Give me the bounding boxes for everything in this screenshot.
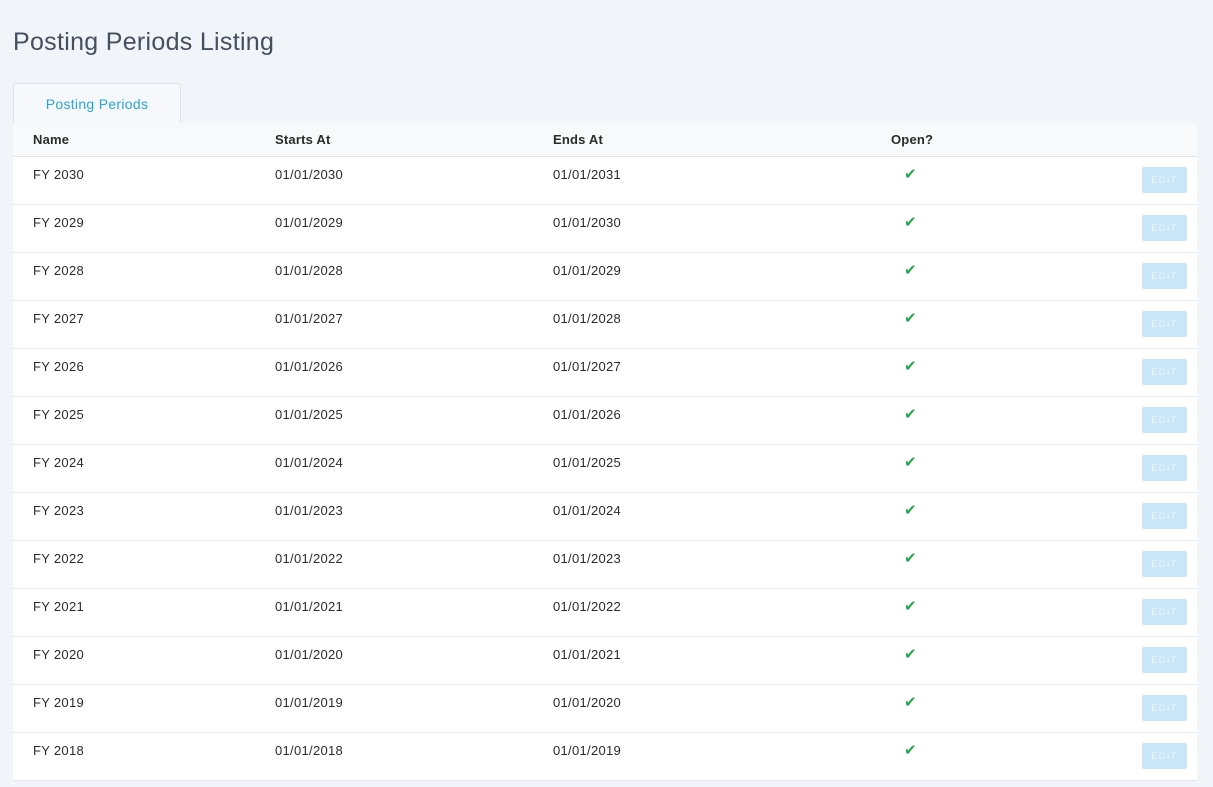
page-title: Posting Periods Listing xyxy=(13,28,275,56)
period-name: FY 2028 xyxy=(33,263,85,278)
edit-button[interactable]: EDIT xyxy=(1142,647,1187,673)
edit-button[interactable]: EDIT xyxy=(1142,311,1187,337)
period-starts-at: 01/01/2020 xyxy=(275,647,344,662)
edit-button[interactable]: EDIT xyxy=(1142,359,1187,385)
period-starts-at: 01/01/2028 xyxy=(275,263,344,278)
checkmark-icon: ✔ xyxy=(904,166,917,183)
edit-button[interactable]: EDIT xyxy=(1142,743,1187,769)
period-ends-at: 01/01/2027 xyxy=(553,359,622,374)
period-ends-at: 01/01/2021 xyxy=(553,647,622,662)
period-starts-at: 01/01/2018 xyxy=(275,743,344,758)
table-row: FY 2018 01/01/2018 01/01/2019 ✔ EDIT xyxy=(13,733,1197,781)
checkmark-icon: ✔ xyxy=(904,502,917,519)
table-header: Name Starts At Ends At Open? xyxy=(13,123,1197,157)
checkmark-icon: ✔ xyxy=(904,742,917,759)
table-row: FY 2030 01/01/2030 01/01/2031 ✔ EDIT xyxy=(13,157,1197,205)
period-name: FY 2023 xyxy=(33,503,85,518)
period-name: FY 2030 xyxy=(33,167,85,182)
checkmark-icon: ✔ xyxy=(904,694,917,711)
edit-button[interactable]: EDIT xyxy=(1142,263,1187,289)
period-starts-at: 01/01/2029 xyxy=(275,215,344,230)
period-starts-at: 01/01/2022 xyxy=(275,551,344,566)
period-starts-at: 01/01/2023 xyxy=(275,503,344,518)
edit-button[interactable]: EDIT xyxy=(1142,503,1187,529)
period-starts-at: 01/01/2024 xyxy=(275,455,344,470)
period-ends-at: 01/01/2020 xyxy=(553,695,622,710)
table-row: FY 2027 01/01/2027 01/01/2028 ✔ EDIT xyxy=(13,301,1197,349)
period-name: FY 2018 xyxy=(33,743,85,758)
period-ends-at: 01/01/2030 xyxy=(553,215,622,230)
period-ends-at: 01/01/2031 xyxy=(553,167,622,182)
table-row: FY 2023 01/01/2023 01/01/2024 ✔ EDIT xyxy=(13,493,1197,541)
period-ends-at: 01/01/2026 xyxy=(553,407,622,422)
period-name: FY 2020 xyxy=(33,647,85,662)
period-name: FY 2019 xyxy=(33,695,85,710)
edit-button[interactable]: EDIT xyxy=(1142,599,1187,625)
table-row: FY 2025 01/01/2025 01/01/2026 ✔ EDIT xyxy=(13,397,1197,445)
period-starts-at: 01/01/2021 xyxy=(275,599,344,614)
period-ends-at: 01/01/2023 xyxy=(553,551,622,566)
period-name: FY 2024 xyxy=(33,455,85,470)
checkmark-icon: ✔ xyxy=(904,598,917,615)
period-ends-at: 01/01/2019 xyxy=(553,743,622,758)
period-starts-at: 01/01/2019 xyxy=(275,695,344,710)
column-header-open[interactable]: Open? xyxy=(891,132,933,147)
table-row: FY 2029 01/01/2029 01/01/2030 ✔ EDIT xyxy=(13,205,1197,253)
column-header-name[interactable]: Name xyxy=(33,132,69,147)
table-row: FY 2024 01/01/2024 01/01/2025 ✔ EDIT xyxy=(13,445,1197,493)
column-header-ends-at[interactable]: Ends At xyxy=(553,132,603,147)
period-ends-at: 01/01/2029 xyxy=(553,263,622,278)
period-ends-at: 01/01/2028 xyxy=(553,311,622,326)
table-row: FY 2028 01/01/2028 01/01/2029 ✔ EDIT xyxy=(13,253,1197,301)
period-starts-at: 01/01/2027 xyxy=(275,311,344,326)
period-ends-at: 01/01/2024 xyxy=(553,503,622,518)
period-ends-at: 01/01/2022 xyxy=(553,599,622,614)
checkmark-icon: ✔ xyxy=(904,550,917,567)
period-ends-at: 01/01/2025 xyxy=(553,455,622,470)
period-starts-at: 01/01/2030 xyxy=(275,167,344,182)
period-name: FY 2029 xyxy=(33,215,85,230)
checkmark-icon: ✔ xyxy=(904,214,917,231)
period-starts-at: 01/01/2025 xyxy=(275,407,344,422)
column-header-starts-at[interactable]: Starts At xyxy=(275,132,331,147)
period-name: FY 2025 xyxy=(33,407,85,422)
posting-periods-table: Name Starts At Ends At Open? FY 2030 01/0… xyxy=(13,123,1197,781)
period-name: FY 2026 xyxy=(33,359,85,374)
tab-posting-periods[interactable]: Posting Periods xyxy=(13,83,181,124)
edit-button[interactable]: EDIT xyxy=(1142,167,1187,193)
edit-button[interactable]: EDIT xyxy=(1142,695,1187,721)
table-row: FY 2020 01/01/2020 01/01/2021 ✔ EDIT xyxy=(13,637,1197,685)
edit-button[interactable]: EDIT xyxy=(1142,407,1187,433)
period-name: FY 2027 xyxy=(33,311,85,326)
period-name: FY 2022 xyxy=(33,551,85,566)
period-starts-at: 01/01/2026 xyxy=(275,359,344,374)
table-row: FY 2019 01/01/2019 01/01/2020 ✔ EDIT xyxy=(13,685,1197,733)
checkmark-icon: ✔ xyxy=(904,310,917,327)
period-name: FY 2021 xyxy=(33,599,85,614)
table-row: FY 2026 01/01/2026 01/01/2027 ✔ EDIT xyxy=(13,349,1197,397)
checkmark-icon: ✔ xyxy=(904,454,917,471)
checkmark-icon: ✔ xyxy=(904,262,917,279)
checkmark-icon: ✔ xyxy=(904,646,917,663)
checkmark-icon: ✔ xyxy=(904,406,917,423)
edit-button[interactable]: EDIT xyxy=(1142,215,1187,241)
table-row: FY 2021 01/01/2021 01/01/2022 ✔ EDIT xyxy=(13,589,1197,637)
table-row: FY 2022 01/01/2022 01/01/2023 ✔ EDIT xyxy=(13,541,1197,589)
edit-button[interactable]: EDIT xyxy=(1142,455,1187,481)
checkmark-icon: ✔ xyxy=(904,358,917,375)
edit-button[interactable]: EDIT xyxy=(1142,551,1187,577)
